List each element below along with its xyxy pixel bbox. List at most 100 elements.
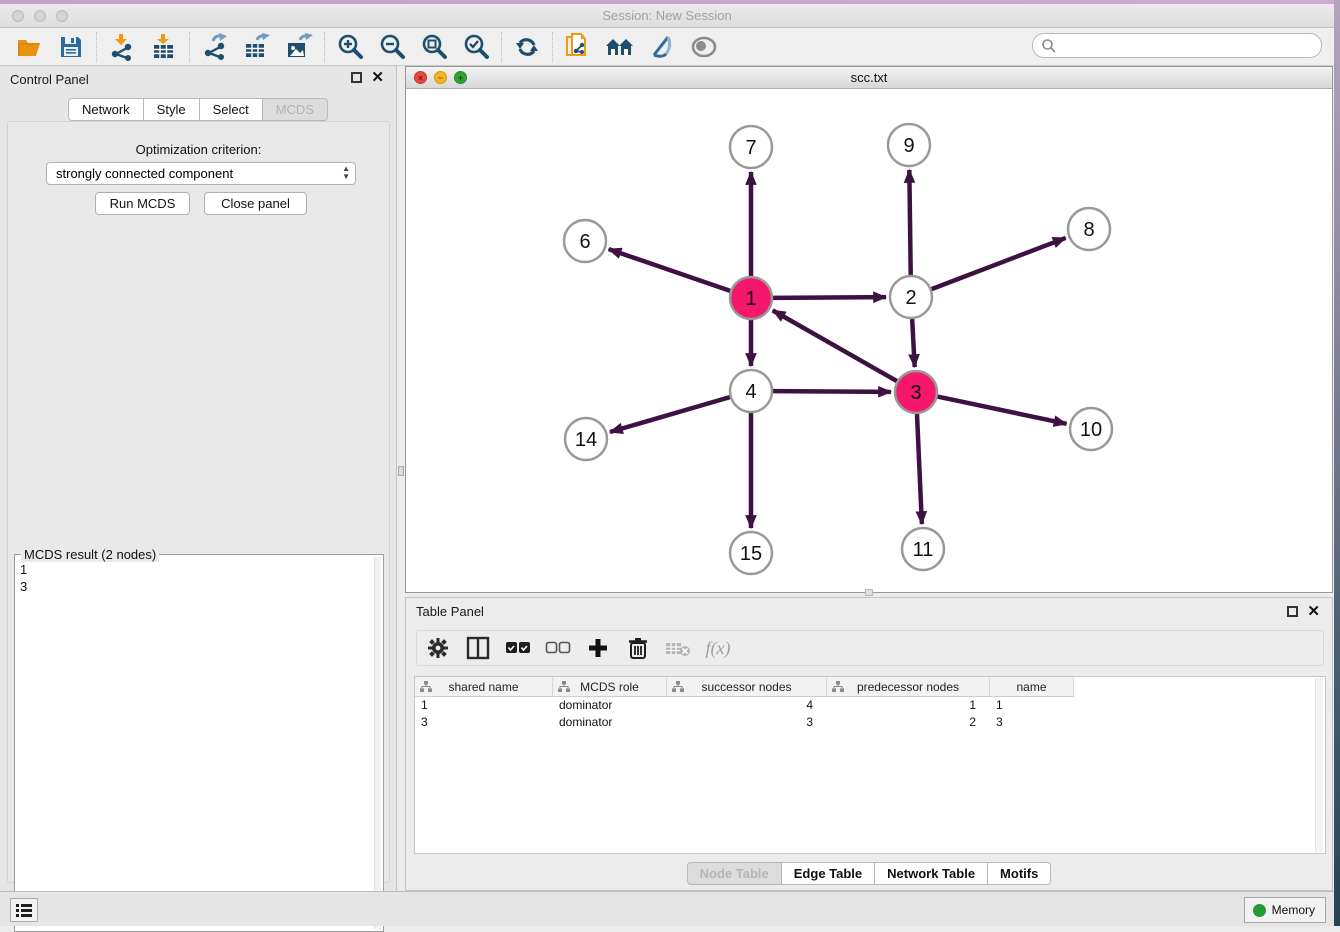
refresh-button[interactable]: [506, 30, 548, 64]
tab-network-table[interactable]: Network Table: [875, 862, 988, 885]
edge-4-3[interactable]: [773, 391, 891, 392]
tab-edge-table[interactable]: Edge Table: [782, 862, 875, 885]
horizontal-splitter-handle[interactable]: [865, 589, 873, 596]
select-all-columns-button[interactable]: [505, 635, 531, 661]
column-header-name[interactable]: name: [990, 677, 1074, 697]
tab-node-table[interactable]: Node Table: [687, 862, 782, 885]
network-window-titlebar[interactable]: × − + scc.txt: [406, 67, 1332, 89]
table-settings-button[interactable]: [425, 635, 451, 661]
run-mcds-button[interactable]: Run MCDS: [95, 192, 190, 215]
cell-shared-name[interactable]: 3: [415, 714, 553, 731]
add-column-button[interactable]: [585, 635, 611, 661]
graphics-details-button[interactable]: [641, 30, 683, 64]
table-body: 1dominator4113dominator323: [415, 697, 1325, 731]
zoom-out-button[interactable]: [371, 30, 413, 64]
export-table-button[interactable]: [236, 30, 278, 64]
cell-predecessor-nodes[interactable]: 2: [827, 714, 990, 731]
node-9[interactable]: 9: [888, 124, 930, 166]
toolbar-separator: [324, 32, 325, 62]
cell-mcds-role[interactable]: dominator: [553, 714, 667, 731]
vertical-splitter[interactable]: [397, 66, 405, 891]
float-panel-icon[interactable]: [351, 72, 362, 83]
svg-text:15: 15: [740, 543, 762, 565]
edge-3-10[interactable]: [938, 397, 1067, 424]
close-table-panel-icon[interactable]: ✕: [1307, 602, 1320, 620]
import-network-button[interactable]: [101, 30, 143, 64]
task-history-button[interactable]: [10, 898, 38, 922]
table-row[interactable]: 1dominator411: [415, 697, 1325, 714]
open-session-button[interactable]: [8, 30, 50, 64]
clone-network-button[interactable]: [557, 30, 599, 64]
save-session-button[interactable]: [50, 30, 92, 64]
column-header-predecessor-nodes[interactable]: predecessor nodes: [827, 677, 990, 697]
function-builder-button: f(x): [705, 635, 731, 661]
search-input[interactable]: [1057, 38, 1321, 53]
zoom-selected-icon: [462, 33, 490, 61]
result-scrollbar[interactable]: [374, 557, 381, 929]
close-panel-button[interactable]: Close panel: [204, 192, 307, 215]
search-icon: [1041, 38, 1057, 54]
delete-column-button[interactable]: [625, 635, 651, 661]
node-15[interactable]: 15: [730, 532, 772, 574]
cell-name[interactable]: 3: [990, 714, 1074, 731]
edge-3-11[interactable]: [917, 414, 922, 524]
import-table-button[interactable]: [143, 30, 185, 64]
cell-shared-name[interactable]: 1: [415, 697, 553, 714]
destroy-table-button: [665, 635, 691, 661]
node-11[interactable]: 11: [902, 528, 944, 570]
cell-name[interactable]: 1: [990, 697, 1074, 714]
node-table[interactable]: shared nameMCDS rolesuccessor nodes prede…: [414, 676, 1326, 854]
node-14[interactable]: 14: [565, 418, 607, 460]
control-tab-style[interactable]: Style: [144, 98, 200, 121]
column-label: predecessor nodes: [857, 680, 959, 694]
cell-predecessor-nodes[interactable]: 1: [827, 697, 990, 714]
split-view-button[interactable]: [465, 635, 491, 661]
edge-2-9[interactable]: [909, 170, 910, 275]
edge-3-1[interactable]: [773, 310, 897, 381]
column-header-mcds-role[interactable]: MCDS role: [553, 677, 667, 697]
control-tab-mcds[interactable]: MCDS: [263, 98, 328, 121]
node-8[interactable]: 8: [1068, 208, 1110, 250]
tab-motifs[interactable]: Motifs: [988, 862, 1051, 885]
float-table-panel-icon[interactable]: [1287, 606, 1298, 617]
node-10[interactable]: 10: [1070, 408, 1112, 450]
table-toolbar: f(x): [416, 630, 1324, 666]
export-image-button[interactable]: [278, 30, 320, 64]
edge-1-2[interactable]: [773, 297, 886, 298]
table-scrollbar[interactable]: [1315, 678, 1323, 852]
zoom-fit-button[interactable]: [413, 30, 455, 64]
zoom-in-button[interactable]: [329, 30, 371, 64]
control-tab-select[interactable]: Select: [200, 98, 263, 121]
edge-2-3[interactable]: [912, 319, 915, 367]
cell-successor-nodes[interactable]: 4: [667, 697, 827, 714]
plus-icon: [587, 637, 609, 659]
first-neighbors-button[interactable]: [599, 30, 641, 64]
splitter-handle[interactable]: [398, 466, 404, 476]
node-3[interactable]: 3: [895, 371, 937, 413]
edge-2-8[interactable]: [932, 238, 1066, 289]
table-row[interactable]: 3dominator323: [415, 714, 1325, 731]
node-4[interactable]: 4: [730, 370, 772, 412]
column-header-successor-nodes[interactable]: successor nodes: [667, 677, 827, 697]
delete-table-icon: [665, 639, 691, 657]
network-graph-canvas[interactable]: 7 9 6 8 1 2 4 3 14 10 15 11: [406, 89, 1332, 592]
deselect-all-columns-button[interactable]: [545, 635, 571, 661]
edge-4-14[interactable]: [610, 397, 730, 432]
memory-button[interactable]: Memory: [1244, 897, 1326, 923]
node-7[interactable]: 7: [730, 126, 772, 168]
optimization-criterion-dropdown[interactable]: strongly connected component ▲▼: [46, 162, 356, 185]
export-network-button[interactable]: [194, 30, 236, 64]
zoom-selected-button[interactable]: [455, 30, 497, 64]
node-1[interactable]: 1: [730, 277, 772, 319]
edge-1-6[interactable]: [609, 249, 731, 291]
node-6[interactable]: 6: [564, 220, 606, 262]
control-tab-network[interactable]: Network: [68, 98, 144, 121]
column-label: name: [1016, 680, 1046, 694]
birds-eye-view-button[interactable]: [683, 30, 725, 64]
cell-mcds-role[interactable]: dominator: [553, 697, 667, 714]
cell-successor-nodes[interactable]: 3: [667, 714, 827, 731]
close-panel-icon[interactable]: ✕: [371, 68, 384, 86]
svg-text:7: 7: [745, 137, 756, 159]
column-header-shared-name[interactable]: shared name: [415, 677, 553, 697]
node-2[interactable]: 2: [890, 276, 932, 318]
